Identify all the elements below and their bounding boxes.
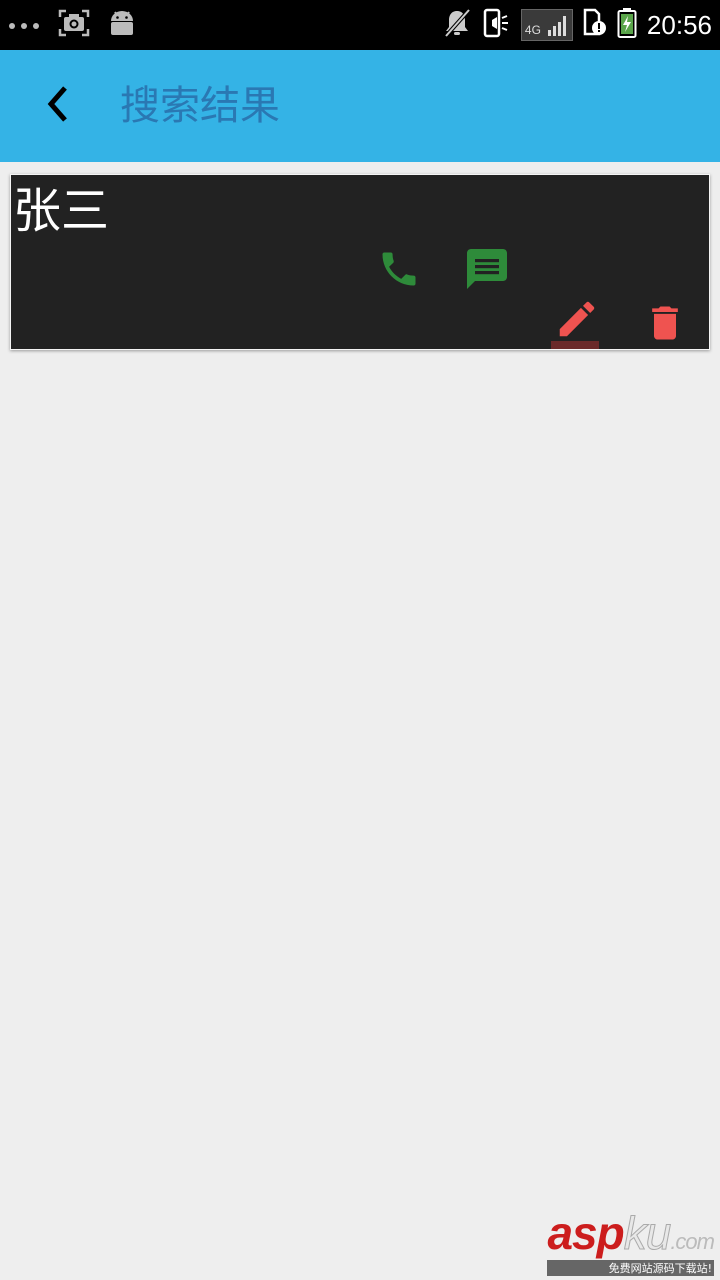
message-icon bbox=[463, 245, 511, 297]
phone-icon bbox=[377, 247, 421, 295]
back-button[interactable] bbox=[30, 78, 86, 134]
notifications-off-icon bbox=[443, 8, 471, 42]
network-type-label: 4G bbox=[524, 23, 541, 37]
chevron-left-icon bbox=[43, 84, 73, 128]
trash-icon bbox=[643, 301, 687, 349]
watermark-red-text: asp bbox=[547, 1207, 624, 1259]
more-dots-icon bbox=[8, 16, 40, 35]
android-icon bbox=[108, 9, 136, 41]
edit-selection-indicator bbox=[551, 341, 599, 349]
call-button[interactable] bbox=[369, 243, 429, 299]
page-title: 搜索结果 bbox=[120, 83, 280, 129]
app-bar: 搜索结果 bbox=[0, 50, 720, 162]
watermark-grey-text: ku bbox=[623, 1207, 672, 1259]
signal-icon: 4G bbox=[520, 9, 573, 41]
battery-charging-icon bbox=[617, 8, 637, 42]
delete-button[interactable] bbox=[635, 297, 695, 353]
status-bar: 4G 20:56 bbox=[0, 0, 720, 50]
sim-alert-icon bbox=[583, 8, 607, 42]
watermark-suffix: .com bbox=[670, 1229, 715, 1254]
contact-name: 张三 bbox=[13, 183, 110, 239]
watermark-logo: aspku.com 免费网站源码下载站! bbox=[547, 1207, 715, 1276]
contact-result-card[interactable]: 张三 bbox=[10, 174, 710, 350]
status-time: 20:56 bbox=[646, 9, 712, 40]
vibrate-icon bbox=[481, 8, 511, 42]
screenshot-camera-icon bbox=[58, 9, 90, 41]
message-button[interactable] bbox=[457, 243, 517, 299]
pencil-icon bbox=[554, 296, 600, 346]
